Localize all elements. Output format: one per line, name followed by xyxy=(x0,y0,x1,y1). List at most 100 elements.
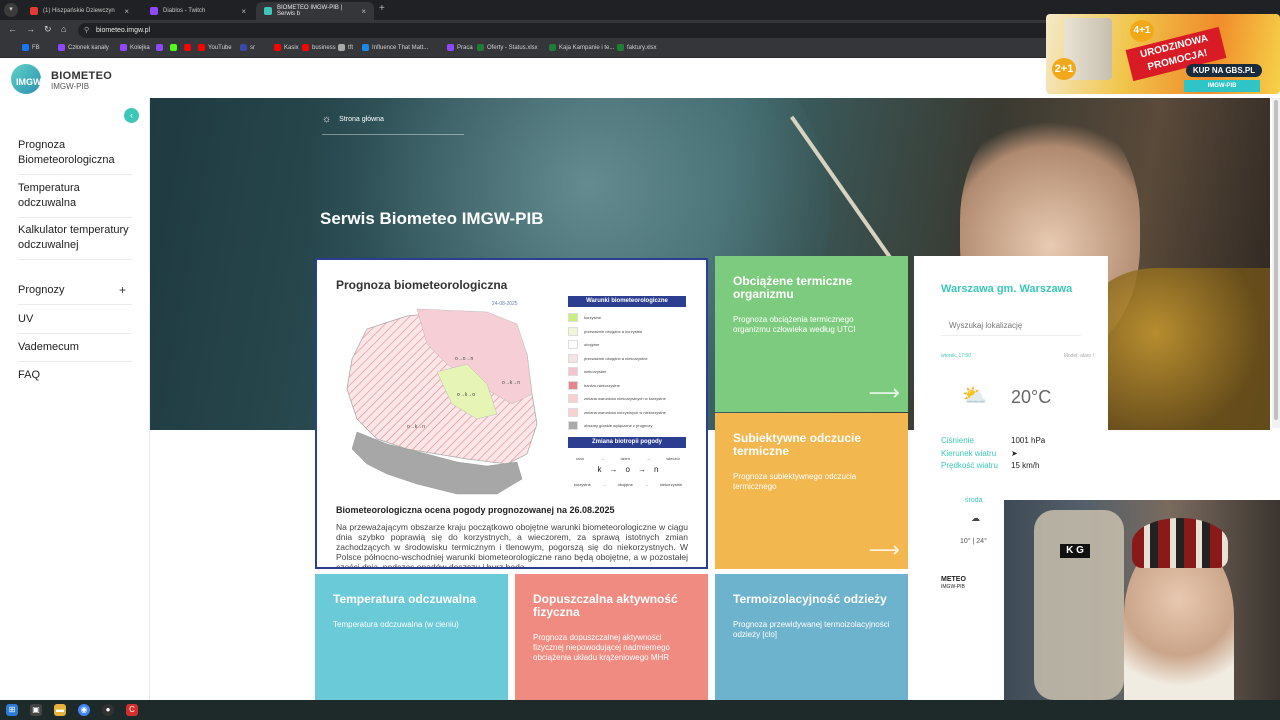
wind-speed-label: Prędkość wiatru xyxy=(941,461,998,470)
card-thermal-load[interactable]: Obciążene termiczne organizmu Prognoza o… xyxy=(715,256,908,412)
card-subjective-feeling[interactable]: Subiektywne odczucie termiczne Prognoza … xyxy=(715,413,908,569)
location-search-input[interactable] xyxy=(941,316,1081,336)
poland-forecast-map[interactable]: o→o→n o→k→o o→k→n o→k→n xyxy=(337,304,547,499)
bookmark-favicon-icon xyxy=(617,44,624,51)
meteo-brand[interactable]: METEO xyxy=(941,576,966,583)
bookmark-item[interactable]: Praca xyxy=(447,44,473,51)
weather-location: Warszawa gm. Warszawa xyxy=(941,283,1073,295)
legend-item: korzystne xyxy=(568,311,688,325)
card-physical-activity[interactable]: Dopuszczalna aktywność fizyczna Prognoza… xyxy=(515,574,708,700)
sidebar-item-kalkulator[interactable]: Kalkulator temperatury odczuwalnej xyxy=(18,223,132,260)
url-field[interactable]: ⚲ biometeo.imgw.pl xyxy=(78,23,1058,38)
bookmark-favicon-icon xyxy=(477,44,484,51)
sidebar-item-temperatura-odczuwalna[interactable]: Temperatura odczuwalna xyxy=(18,181,132,218)
forecast-body: Na przeważającym obszarze kraju początko… xyxy=(336,522,688,569)
bookmark-favicon-icon xyxy=(184,44,191,51)
sidebar-item-faq[interactable]: FAQ xyxy=(18,368,132,389)
tab-close-icon[interactable]: × xyxy=(124,7,129,16)
card-thermal-load-desc: Prognoza obciążenia termicznego organizm… xyxy=(733,315,856,334)
bookmark-favicon-icon xyxy=(302,44,309,51)
home-icon[interactable]: ⌂ xyxy=(61,24,66,34)
sidebar-item-uv[interactable]: UV xyxy=(18,312,132,334)
obs-icon[interactable]: ● xyxy=(102,704,114,716)
webcam-overlay: K G xyxy=(1004,500,1280,700)
hero-jacket-image xyxy=(1080,268,1270,430)
bookmark-item[interactable]: Członek kanały xyxy=(58,44,109,51)
bookmark-item[interactable]: Oferty - Status.xlsx xyxy=(477,44,538,51)
weather-time: wtorek, 17:00 xyxy=(941,353,972,359)
tab-close-icon[interactable]: × xyxy=(361,7,366,16)
forecast-card[interactable]: Prognoza biometeorologiczna 24-08-2025 o… xyxy=(315,258,708,569)
sidebar: ‹ Prognoza Biometeorologiczna Temperatur… xyxy=(0,98,150,700)
collapse-sidebar-button[interactable]: ‹ xyxy=(124,108,139,123)
tab-biometeo[interactable]: BIOMETEO IMGW-PIB | Serwis b × xyxy=(256,2,374,20)
forward-icon[interactable]: → xyxy=(26,24,35,34)
tab-twitch[interactable]: Diablos - Twitch × xyxy=(142,2,254,20)
sidebar-item-prognozy[interactable]: Prognozy + xyxy=(18,283,132,305)
expand-plus-icon[interactable]: + xyxy=(119,283,126,298)
breadcrumb-home-link[interactable]: Strona główna xyxy=(339,116,384,123)
card-subjective-desc: Prognoza subiektywnego odczucia termiczn… xyxy=(733,472,857,491)
windows-start-icon[interactable]: ⊞ xyxy=(6,704,18,716)
bookmark-favicon-icon xyxy=(274,44,281,51)
card-perceived-temperature[interactable]: Temperatura odczuwalna Temperatura odczu… xyxy=(315,574,508,700)
task-view-icon[interactable]: ▣ xyxy=(30,704,42,716)
svg-text:o→k→n: o→k→n xyxy=(407,424,425,430)
wind-direction-label: Kierunek wiatru xyxy=(941,449,997,458)
tab-close-icon[interactable]: × xyxy=(241,7,246,16)
card-thermal-load-title: Obciążene termiczne organizmu xyxy=(733,274,853,301)
biotropy-letters: k → o → n xyxy=(597,464,659,474)
file-explorer-icon[interactable]: ▬ xyxy=(54,704,66,716)
logo-title: BIOMETEO xyxy=(51,70,113,82)
bookmark-item[interactable]: FB xyxy=(22,44,40,51)
webcam-chair xyxy=(1034,510,1124,700)
bookmark-item[interactable]: Kaja Kampanie i te... xyxy=(549,44,614,51)
bookmark-item[interactable]: Kasix xyxy=(274,44,299,51)
arrow-right-icon[interactable]: ⟶ xyxy=(868,539,900,561)
wind-speed-value: 15 km/h xyxy=(1011,461,1040,470)
forecast-subtitle: Biometeorologiczna ocena pogody prognozo… xyxy=(336,505,615,515)
card-clothing-insulation[interactable]: Termoizolacyjność odzieży Prognoza przew… xyxy=(715,574,908,700)
arrow-right-icon[interactable]: ⟶ xyxy=(868,382,900,404)
promo-buy-button[interactable]: KUP NA GBS.PL xyxy=(1186,64,1262,77)
svg-text:o→k→o: o→k→o xyxy=(457,392,475,398)
bookmark-item[interactable] xyxy=(184,44,194,51)
promo-ad[interactable]: 2+1 4+1 URODZINOWA PROMOCJA! KUP NA GBS.… xyxy=(1046,14,1280,94)
tab-search-icon[interactable]: ▾ xyxy=(4,3,18,17)
card-clothing-title: Termoizolacyjność odzieży xyxy=(733,592,887,606)
bookmark-item[interactable] xyxy=(170,44,180,51)
back-icon[interactable]: ← xyxy=(8,24,17,34)
svg-text:o→k→n: o→k→n xyxy=(502,380,520,386)
legend-item: niekorzystne xyxy=(568,365,688,379)
map-legend: Warunki biometeorologiczne korzystne prze… xyxy=(568,296,688,496)
bookmark-item[interactable]: YouTube xyxy=(198,44,232,51)
page-scrollbar-thumb[interactable] xyxy=(1274,100,1278,420)
bookmark-item[interactable]: Kolejka xyxy=(120,44,150,51)
bookmark-item[interactable]: sr xyxy=(240,44,255,51)
app-icon[interactable]: C xyxy=(126,704,138,716)
bookmark-item[interactable]: faktury.xlsx xyxy=(617,44,657,51)
legend-item: przeważnie obojętne a niekorzystne xyxy=(568,352,688,366)
new-tab-button[interactable]: + xyxy=(379,3,385,14)
legend-swatch xyxy=(568,367,578,377)
cloud-sun-icon: ⛅ xyxy=(962,385,987,407)
webcam-beanie xyxy=(1132,518,1228,568)
logo-subtitle: IMGW-PIB xyxy=(51,82,90,91)
bookmark-item[interactable] xyxy=(156,44,166,51)
sidebar-item-prognoza-biometeorologiczna[interactable]: Prognoza Biometeorologiczna xyxy=(18,138,132,175)
bookmark-item[interactable]: Influence That Matt... xyxy=(362,44,428,51)
site-info-icon[interactable]: ⚲ xyxy=(84,23,89,38)
legend-swatch xyxy=(568,353,578,363)
promo-badge-2plus1: 2+1 xyxy=(1052,58,1076,80)
card-activity-desc: Prognoza dopuszczalnej aktywności fizycz… xyxy=(533,633,670,662)
bookmark-item[interactable]: tft xyxy=(338,44,353,51)
sidebar-item-vademecum[interactable]: Vademecum xyxy=(18,340,132,362)
card-temperature-title: Temperatura odczuwalna xyxy=(333,592,477,606)
chrome-icon[interactable]: ◉ xyxy=(78,704,90,716)
imgw-logo[interactable]: IMGW xyxy=(11,64,42,94)
legend-swatch xyxy=(568,313,578,323)
bookmark-item[interactable]: business xyxy=(302,44,336,51)
reload-icon[interactable]: ↻ xyxy=(44,24,52,35)
legend-item: zmiana warunków niekorzystnych w korzyst… xyxy=(568,392,688,406)
tab-spanish[interactable]: (1) Hiszpańskie Dziewczyn × xyxy=(22,2,137,20)
